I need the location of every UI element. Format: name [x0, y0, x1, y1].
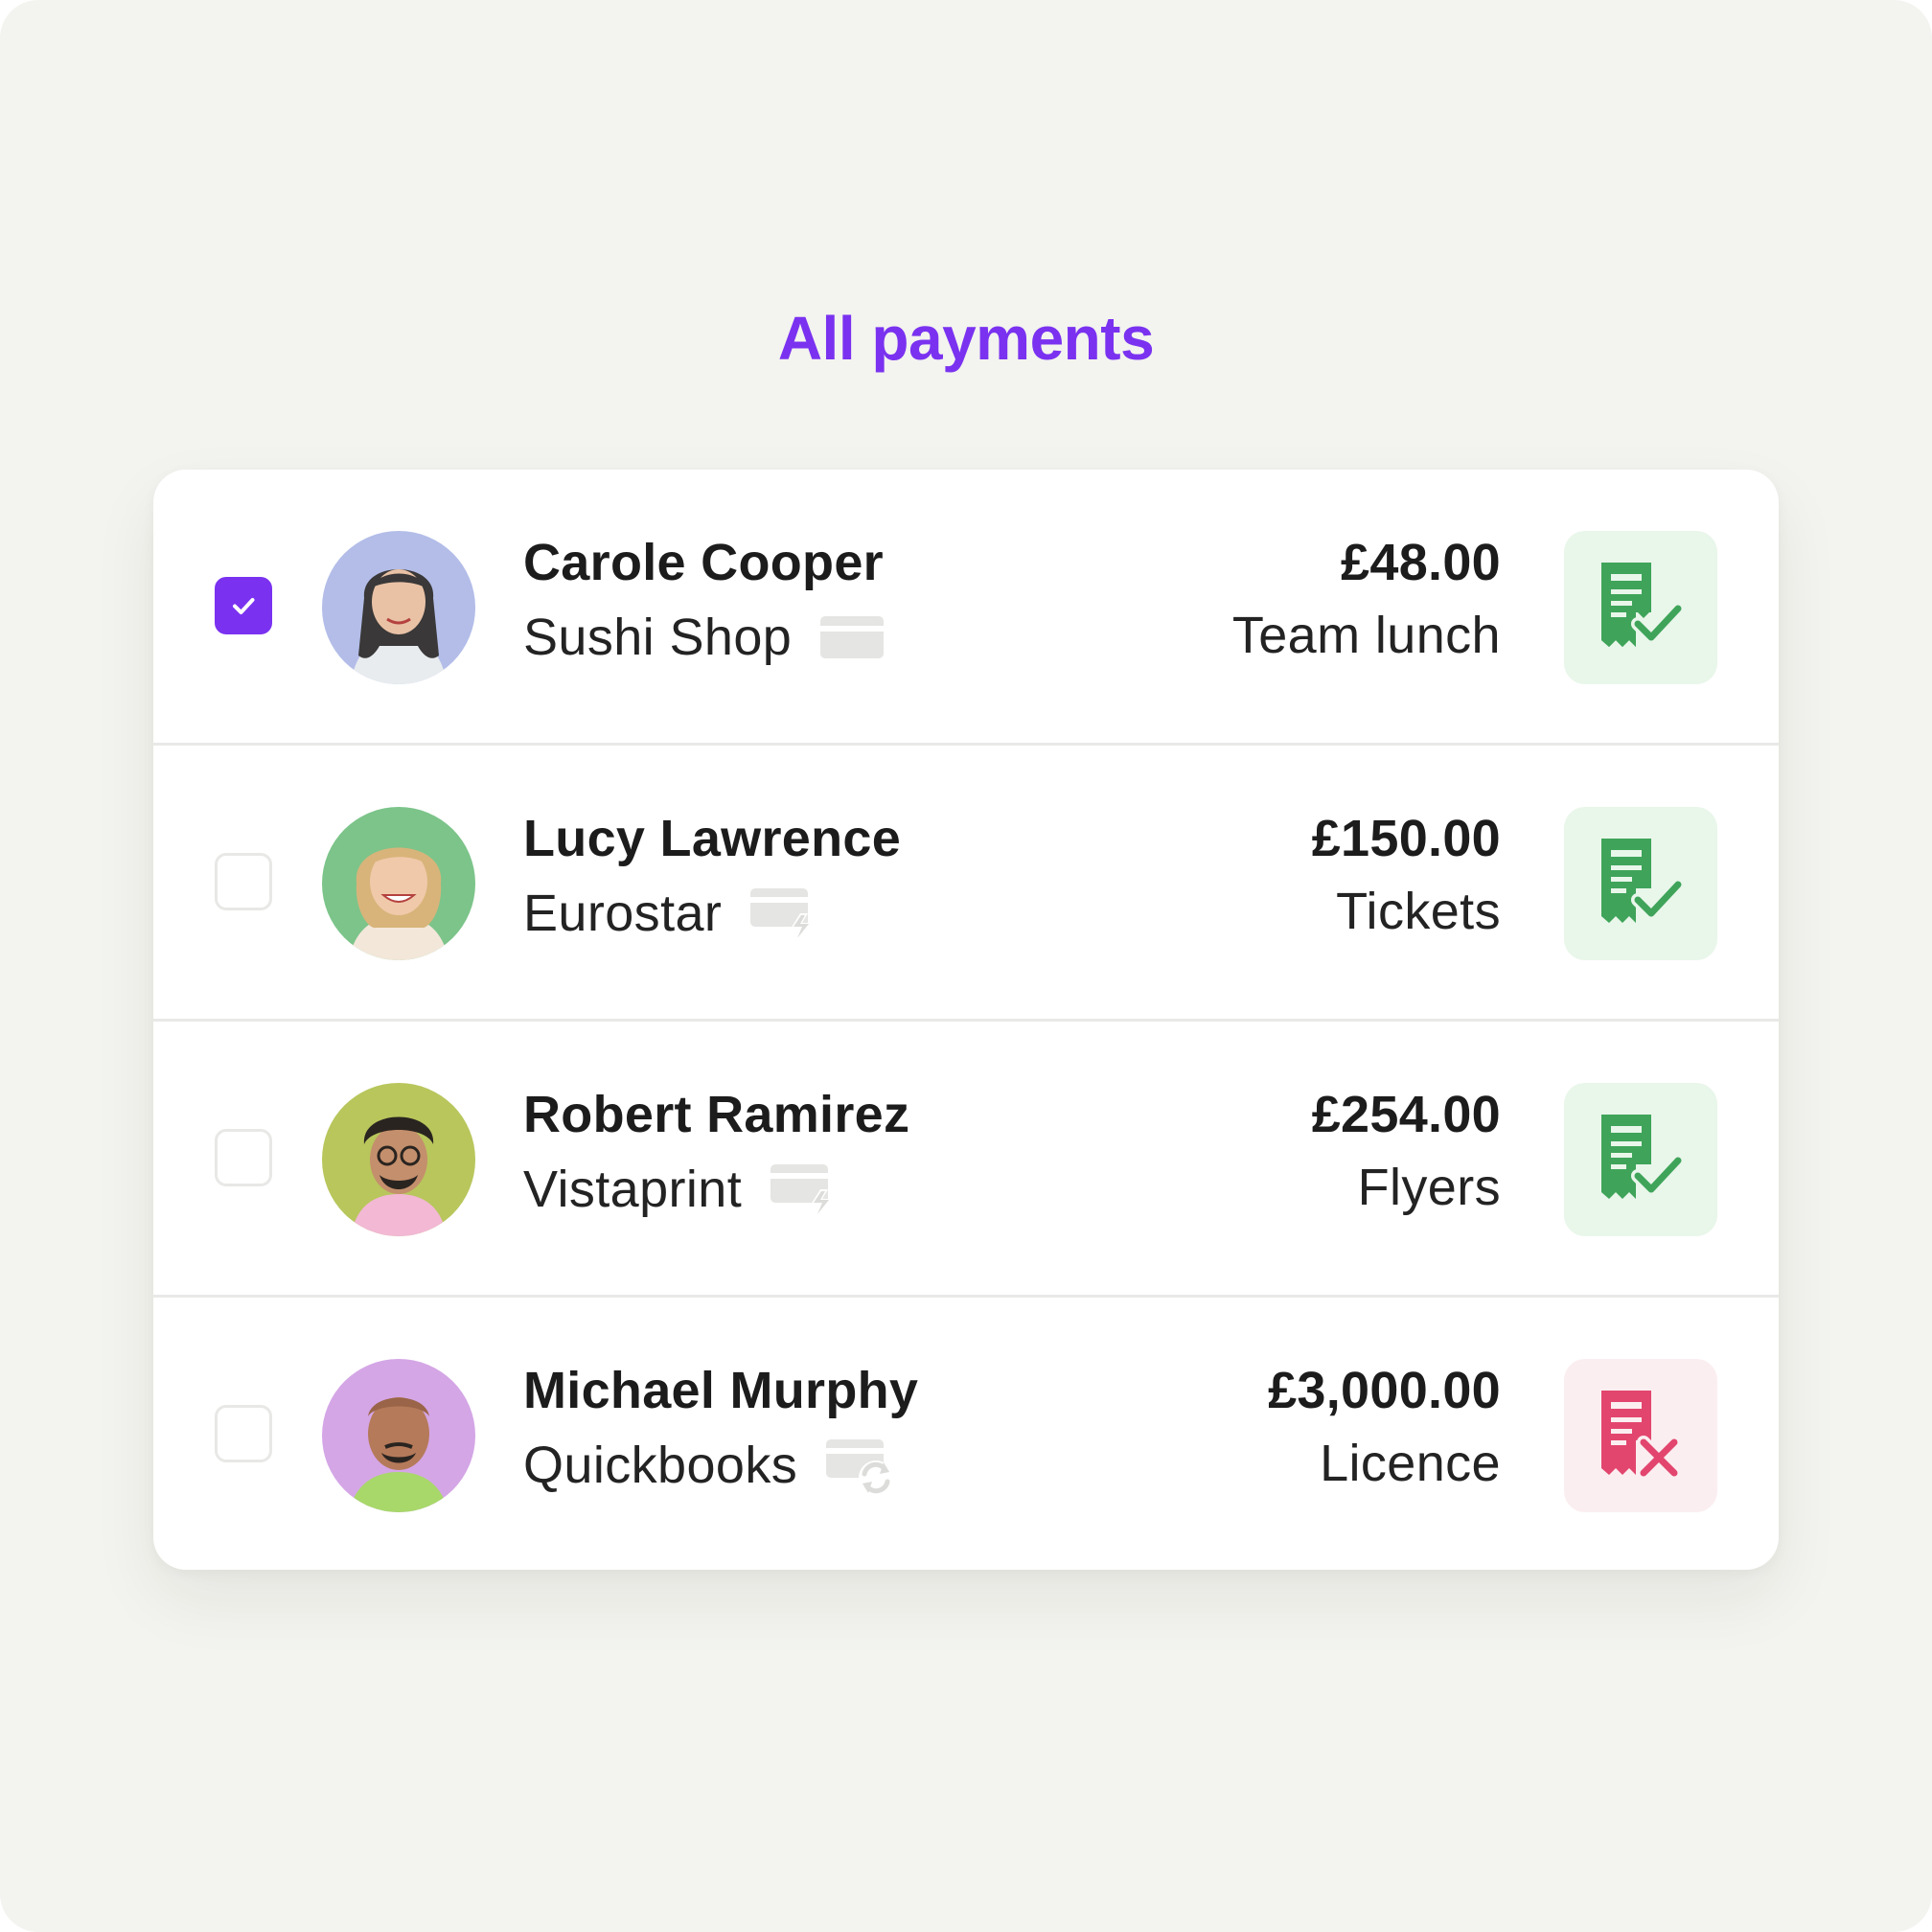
payment-amount: £150.00	[1311, 810, 1501, 867]
avatar	[322, 1083, 475, 1236]
instant-card-icon	[770, 1161, 838, 1218]
page-title: All payments	[777, 304, 1155, 373]
receipt-missing-icon	[1601, 1391, 1681, 1480]
payment-amount: £254.00	[1311, 1086, 1501, 1143]
payments-list: Carole Cooper Sushi Shop £48.00 Team lun…	[153, 470, 1779, 1570]
payment-description: Flyers	[1357, 1159, 1501, 1216]
avatar	[322, 531, 475, 684]
payment-row[interactable]: Robert Ramirez Vistaprint £254.00 Flyers	[153, 1022, 1779, 1297]
checkmark-icon	[233, 598, 255, 614]
payment-description: Licence	[1320, 1435, 1501, 1492]
recurring-card-icon	[826, 1436, 895, 1495]
payee-name: Lucy Lawrence	[523, 810, 902, 867]
merchant-name: Eurostar	[523, 885, 723, 942]
payee-name: Carole Cooper	[523, 534, 884, 591]
payment-row[interactable]: Lucy Lawrence Eurostar £150.00 Tickets	[153, 746, 1779, 1021]
receipt-approved-icon	[1601, 839, 1685, 923]
row-checkbox[interactable]	[215, 853, 272, 910]
payment-description: Tickets	[1336, 883, 1501, 940]
payment-description: Team lunch	[1231, 607, 1501, 664]
row-checkbox-checked[interactable]	[215, 577, 272, 634]
row-checkbox[interactable]	[215, 1405, 272, 1462]
avatar	[322, 1359, 475, 1512]
receipt-status-button[interactable]	[1564, 1359, 1717, 1512]
receipt-status-button[interactable]	[1564, 807, 1717, 960]
merchant-name: Quickbooks	[523, 1437, 798, 1494]
payment-row[interactable]: Michael Murphy Quickbooks £3,000.00 Lice…	[153, 1298, 1779, 1570]
avatar	[322, 807, 475, 960]
payment-amount: £48.00	[1341, 534, 1501, 591]
receipt-status-button[interactable]	[1564, 1083, 1717, 1236]
page-background: All payments Carole Cooper Sushi Shop £4…	[0, 0, 1932, 1932]
card-icon	[820, 616, 885, 658]
merchant-name: Sushi Shop	[523, 609, 793, 666]
payee-name: Michael Murphy	[523, 1362, 919, 1419]
payment-amount: £3,000.00	[1268, 1362, 1501, 1419]
instant-card-icon	[750, 885, 817, 942]
payment-row[interactable]: Carole Cooper Sushi Shop £48.00 Team lun…	[153, 470, 1779, 745]
receipt-status-button[interactable]	[1564, 531, 1717, 684]
merchant-name: Vistaprint	[523, 1161, 743, 1218]
receipt-approved-icon	[1601, 563, 1685, 647]
row-checkbox[interactable]	[215, 1129, 272, 1186]
payee-name: Robert Ramirez	[523, 1086, 910, 1143]
receipt-approved-icon	[1601, 1115, 1685, 1199]
